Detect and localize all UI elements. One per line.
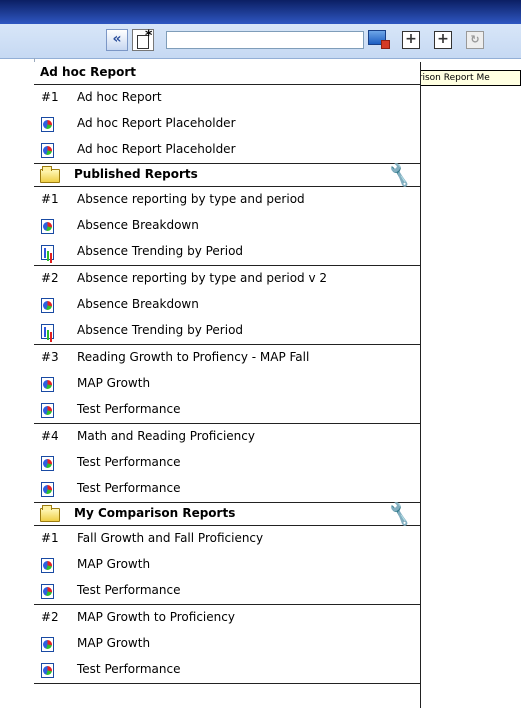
pie-chart-icon <box>41 117 54 132</box>
search-input[interactable] <box>166 31 364 49</box>
list-item[interactable]: Test Performance <box>34 476 420 502</box>
list-item[interactable]: Absence Breakdown <box>34 213 420 239</box>
report-number: #1 <box>41 531 59 545</box>
comparison-report-group-2: #2 MAP Growth to Proficiency MAP Growth … <box>34 605 420 684</box>
list-item[interactable]: Absence Trending by Period <box>34 239 420 265</box>
list-item[interactable]: #4 Math and Reading Proficiency <box>34 424 420 450</box>
report-number: #2 <box>41 271 59 285</box>
report-number: #1 <box>41 192 59 206</box>
list-item[interactable]: #2 MAP Growth to Proficiency <box>34 605 420 631</box>
section-header-published[interactable]: Published Reports 🔧 <box>34 162 420 189</box>
add-box-icon[interactable]: + <box>434 31 452 49</box>
published-report-group-3: #3 Reading Growth to Profiency - MAP Fal… <box>34 345 420 424</box>
report-label: Fall Growth and Fall Proficiency <box>77 531 264 545</box>
section-title: My Comparison Reports <box>74 506 236 520</box>
pie-chart-icon <box>41 637 54 652</box>
list-item[interactable]: Test Performance <box>34 578 420 604</box>
report-label: Test Performance <box>77 662 181 676</box>
pie-chart-icon <box>41 298 54 313</box>
report-label: Absence Breakdown <box>77 297 199 311</box>
report-label: MAP Growth to Proficiency <box>77 610 235 624</box>
collapse-panel-button[interactable]: « <box>106 29 128 51</box>
section-header-comparison[interactable]: My Comparison Reports 🔧 <box>34 501 420 528</box>
list-item[interactable]: MAP Growth <box>34 631 420 657</box>
window-title-bar <box>0 0 521 24</box>
wrench-icon[interactable]: 🔧 <box>386 162 415 189</box>
report-label: Absence Trending by Period <box>77 323 244 337</box>
bar-chart-icon <box>41 245 54 260</box>
list-item[interactable]: Test Performance <box>34 657 420 683</box>
bar-chart-icon <box>41 324 54 339</box>
list-item[interactable]: #3 Reading Growth to Profiency - MAP Fal… <box>34 345 420 371</box>
folder-icon <box>40 505 60 522</box>
wrench-icon[interactable]: 🔧 <box>386 501 415 528</box>
report-list-panel: Ad hoc Report #1 Ad hoc Report Ad hoc Re… <box>34 62 421 708</box>
list-item[interactable]: #1 Fall Growth and Fall Proficiency <box>34 526 420 552</box>
report-number: #1 <box>41 90 59 104</box>
report-label: Test Performance <box>77 402 181 416</box>
pie-chart-icon <box>41 482 54 497</box>
add-box-icon[interactable]: + <box>402 31 420 49</box>
refresh-icon[interactable]: ↻ <box>466 31 484 49</box>
report-number: #4 <box>41 429 59 443</box>
report-label: Math and Reading Proficiency <box>77 429 255 443</box>
list-item[interactable]: MAP Growth <box>34 371 420 397</box>
pie-chart-icon <box>41 558 54 573</box>
adhoc-report-group: #1 Ad hoc Report Ad hoc Report Placehold… <box>34 85 420 164</box>
list-item[interactable]: Ad hoc Report Placeholder <box>34 111 420 137</box>
list-item[interactable]: MAP Growth <box>34 552 420 578</box>
section-header-adhoc: Ad hoc Report <box>34 62 420 85</box>
pie-chart-icon <box>41 403 54 418</box>
list-item[interactable]: Test Performance <box>34 397 420 423</box>
report-label: Ad hoc Report Placeholder <box>77 142 236 156</box>
report-label: MAP Growth <box>77 376 151 390</box>
pie-chart-icon <box>41 377 54 392</box>
report-label: Test Performance <box>77 583 181 597</box>
comparison-report-icon[interactable] <box>366 28 391 50</box>
published-report-group-1: #1 Absence reporting by type and period … <box>34 187 420 266</box>
folder-icon <box>40 166 60 183</box>
comparison-report-group-1: #1 Fall Growth and Fall Proficiency MAP … <box>34 526 420 605</box>
pie-chart-icon <box>41 584 54 599</box>
list-item[interactable]: Test Performance <box>34 450 420 476</box>
section-title: Published Reports <box>74 167 198 181</box>
report-label: Ad hoc Report Placeholder <box>77 116 236 130</box>
new-report-icon[interactable] <box>132 28 154 51</box>
published-report-group-4: #4 Math and Reading Proficiency Test Per… <box>34 424 420 503</box>
pie-chart-icon <box>41 143 54 158</box>
list-item[interactable]: Ad hoc Report Placeholder <box>34 137 420 163</box>
list-item[interactable]: #1 Absence reporting by type and period <box>34 187 420 213</box>
report-label: Test Performance <box>77 481 181 495</box>
section-title: Ad hoc Report <box>40 65 136 79</box>
list-item[interactable]: #2 Absence reporting by type and period … <box>34 266 420 292</box>
list-item[interactable]: Absence Breakdown <box>34 292 420 318</box>
report-label: Test Performance <box>77 455 181 469</box>
pie-chart-icon <box>41 663 54 678</box>
report-label: Ad hoc Report <box>77 90 162 104</box>
report-label: Absence Trending by Period <box>77 244 244 258</box>
report-label: Absence Breakdown <box>77 218 199 232</box>
pie-chart-icon <box>41 456 54 471</box>
published-report-group-2: #2 Absence reporting by type and period … <box>34 266 420 345</box>
pie-chart-icon <box>41 219 54 234</box>
report-label: Reading Growth to Profiency - MAP Fall <box>77 350 310 364</box>
report-number: #3 <box>41 350 59 364</box>
report-label: MAP Growth <box>77 557 151 571</box>
list-item[interactable]: Absence Trending by Period <box>34 318 420 344</box>
collapse-double-arrow-icon: « <box>112 31 122 47</box>
report-label: Absence reporting by type and period <box>77 192 305 206</box>
report-number: #2 <box>41 610 59 624</box>
list-item[interactable]: #1 Ad hoc Report <box>34 85 420 111</box>
report-label: MAP Growth <box>77 636 151 650</box>
report-label: Absence reporting by type and period v 2 <box>77 271 328 285</box>
